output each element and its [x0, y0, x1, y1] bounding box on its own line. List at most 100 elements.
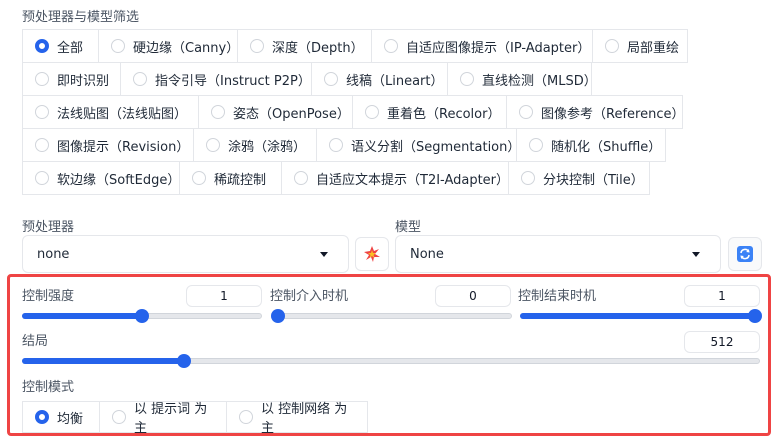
control-weight-slider[interactable]	[22, 309, 262, 323]
radio-icon	[384, 39, 398, 53]
filter-option-canny[interactable]: 硬边缘（Canny）	[98, 29, 239, 63]
radio-icon	[35, 410, 49, 424]
radio-icon	[206, 138, 220, 152]
option-label: 以 提示词 为主	[134, 402, 208, 436]
filter-option-ip2p[interactable]: 指令引导（Instruct P2P）	[120, 62, 312, 96]
radio-icon	[35, 171, 49, 185]
option-label: 全部	[57, 40, 84, 56]
control-end-input[interactable]: 1	[684, 285, 760, 307]
mode-prompt-priority[interactable]: 以 提示词 为主	[99, 401, 227, 436]
option-label: 指令引导（Instruct P2P）	[155, 73, 311, 89]
slider-fill	[520, 313, 755, 319]
option-label: 以 控制网络 为主	[261, 402, 348, 436]
option-label: 深度（Depth）	[272, 40, 364, 56]
option-label: 软边缘（SoftEdge）	[57, 172, 181, 188]
explosion-icon	[364, 246, 380, 262]
filter-option-instant-id[interactable]: 即时识别	[22, 62, 121, 96]
radio-icon	[521, 171, 535, 185]
preprocessor-select[interactable]: none	[22, 235, 349, 273]
option-label: 姿态（OpenPose）	[233, 106, 350, 122]
option-label: 自适应图像提示（IP-Adapter）	[406, 40, 591, 56]
radio-icon	[460, 72, 474, 86]
filter-option-all[interactable]: 全部	[22, 29, 99, 63]
option-label: 线稿（Lineart）	[346, 73, 444, 89]
filter-option-lineart[interactable]: 线稿（Lineart）	[311, 62, 448, 96]
radio-icon	[112, 410, 126, 424]
option-label: 即时识别	[57, 73, 110, 89]
filter-row-2: 即时识别 指令引导（Instruct P2P） 线稿（Lineart） 直线检测…	[22, 62, 762, 96]
slider-thumb[interactable]	[135, 309, 149, 323]
filter-option-revision[interactable]: 图像提示（Revision）	[22, 128, 194, 162]
radio-icon	[35, 138, 49, 152]
option-label: 自适应文本提示（T2I-Adapter）	[316, 172, 510, 188]
filter-option-tile[interactable]: 分块控制（Tile）	[508, 161, 650, 195]
filter-option-mlsd[interactable]: 直线检测（MLSD）	[447, 62, 597, 96]
control-end-label: 控制结束时机	[518, 289, 597, 304]
radio-icon	[294, 171, 308, 185]
filter-row-1: 全部 硬边缘（Canny） 深度（Depth） 自适应图像提示（IP-Adapt…	[22, 29, 762, 63]
radio-icon	[111, 39, 125, 53]
slider-thumb[interactable]	[271, 309, 285, 323]
radio-icon	[35, 72, 49, 86]
slider-fill	[22, 358, 185, 364]
option-label: 分块控制（Tile）	[543, 172, 644, 188]
radio-icon	[365, 105, 379, 119]
filter-option-segmentation[interactable]: 语义分割（Segmentation）	[316, 128, 520, 162]
filter-option-ip-adapter[interactable]: 自适应图像提示（IP-Adapter）	[371, 29, 593, 63]
radio-icon	[239, 410, 253, 424]
control-weight-input[interactable]: 1	[186, 285, 262, 307]
filter-option-reference[interactable]: 图像参考（Reference）	[506, 95, 685, 129]
option-label: 涂鸦（涂鸦）	[228, 139, 307, 155]
mode-balanced[interactable]: 均衡	[22, 401, 100, 433]
radio-icon	[324, 72, 338, 86]
filter-option-inpaint[interactable]: 局部重绘	[592, 29, 688, 63]
option-label: 稀疏控制	[214, 172, 267, 188]
control-start-label: 控制介入时机	[270, 289, 349, 304]
filter-option-sparsectrl[interactable]: 稀疏控制	[179, 161, 282, 195]
chevron-down-icon	[320, 252, 328, 257]
chevron-down-icon	[692, 252, 700, 257]
filter-row-5: 软边缘（SoftEdge） 稀疏控制 自适应文本提示（T2I-Adapter） …	[22, 161, 762, 195]
option-label: 随机化（Shuffle）	[551, 139, 662, 155]
control-mode-label: 控制模式	[22, 380, 75, 395]
filter-row-4: 图像提示（Revision） 涂鸦（涂鸦） 语义分割（Segmentation）…	[22, 128, 762, 162]
control-mode-radio-group: 均衡 以 提示词 为主 以 控制网络 为主	[22, 401, 368, 436]
option-label: 图像参考（Reference）	[541, 106, 685, 122]
filter-option-openpose[interactable]: 姿态（OpenPose）	[198, 95, 353, 129]
radio-icon	[35, 39, 49, 53]
option-label: 均衡	[57, 411, 84, 427]
control-end-slider[interactable]	[520, 309, 762, 323]
filter-option-t2i-adapter[interactable]: 自适应文本提示（T2I-Adapter）	[281, 161, 509, 195]
radio-icon	[519, 105, 533, 119]
option-label: 重着色（Recolor）	[387, 106, 501, 122]
slider-thumb[interactable]	[177, 354, 192, 368]
radio-icon	[133, 72, 147, 86]
resolution-input[interactable]: 512	[684, 331, 760, 353]
option-label: 法线贴图（法线贴图）	[57, 106, 188, 122]
resolution-slider[interactable]	[22, 354, 760, 368]
model-value: None	[410, 246, 444, 262]
model-select[interactable]: None	[395, 235, 721, 273]
filter-option-recolor[interactable]: 重着色（Recolor）	[352, 95, 507, 129]
filter-option-shuffle[interactable]: 随机化（Shuffle）	[516, 128, 666, 162]
filter-label: 预处理器与模型筛选	[22, 10, 140, 25]
option-label: 直线检测（MLSD）	[482, 73, 597, 89]
filter-option-depth[interactable]: 深度（Depth）	[237, 29, 372, 63]
filter-row-3: 法线贴图（法线贴图） 姿态（OpenPose） 重着色（Recolor） 图像参…	[22, 95, 762, 129]
filter-option-normal[interactable]: 法线贴图（法线贴图）	[22, 95, 199, 129]
filter-option-softedge[interactable]: 软边缘（SoftEdge）	[22, 161, 180, 195]
radio-icon	[250, 39, 264, 53]
radio-icon	[529, 138, 543, 152]
model-label: 模型	[395, 220, 422, 235]
control-start-slider[interactable]	[271, 309, 512, 323]
control-weight-label: 控制强度	[22, 289, 75, 304]
option-label: 局部重绘	[627, 40, 680, 56]
mode-controlnet-priority[interactable]: 以 控制网络 为主	[226, 401, 368, 436]
refresh-models-button[interactable]	[728, 237, 762, 271]
radio-icon	[35, 105, 49, 119]
option-label: 图像提示（Revision）	[57, 139, 190, 155]
slider-thumb[interactable]	[748, 309, 762, 323]
filter-option-scribble[interactable]: 涂鸦（涂鸦）	[193, 128, 317, 162]
control-start-input[interactable]: 0	[435, 285, 511, 307]
run-preprocessor-button[interactable]	[355, 237, 389, 271]
